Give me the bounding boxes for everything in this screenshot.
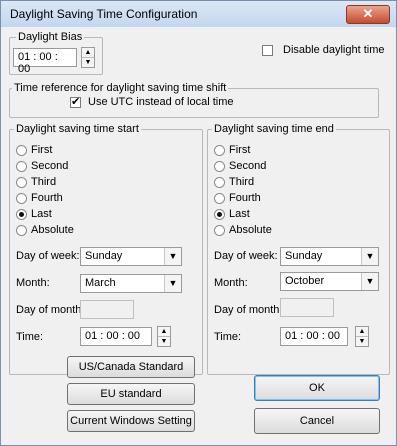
spin-down-icon[interactable]: ▼: [356, 337, 368, 346]
start-month-label: Month:: [16, 277, 50, 289]
use-utc-label: Use UTC instead of local time: [88, 96, 234, 108]
chevron-down-icon[interactable]: ▼: [164, 248, 181, 265]
spin-down-icon[interactable]: ▼: [158, 337, 170, 346]
start-option-last: Last: [31, 208, 52, 220]
chevron-down-icon[interactable]: ▼: [361, 273, 378, 290]
start-radio-first[interactable]: [16, 145, 27, 156]
start-radio-fourth[interactable]: [16, 193, 27, 204]
spin-up-icon[interactable]: ▲: [356, 327, 368, 337]
end-option-second: Second: [229, 160, 267, 172]
end-option-last: Last: [229, 208, 250, 220]
start-option-third: Third: [31, 176, 57, 188]
start-month-select[interactable]: March ▼: [80, 274, 182, 293]
dst-start-group: Daylight saving time start First Second …: [9, 123, 203, 375]
start-month-value: March: [85, 277, 116, 289]
end-day-of-month-label: Day of month:: [214, 304, 283, 316]
end-day-of-week-value: Sunday: [285, 250, 323, 262]
daylight-bias-field[interactable]: 01 : 00 : 00: [13, 48, 77, 75]
end-radio-second[interactable]: [214, 161, 225, 172]
start-day-of-month-label: Day of month:: [16, 304, 85, 316]
start-radio-absolute[interactable]: [16, 225, 27, 236]
end-time-spinner[interactable]: ▲ ▼: [355, 326, 369, 347]
us-canada-standard-button[interactable]: US/Canada Standard: [67, 356, 195, 378]
close-button[interactable]: ✕: [346, 5, 390, 24]
start-option-second: Second: [31, 160, 69, 172]
end-time-label: Time:: [214, 331, 242, 343]
ok-button[interactable]: OK: [254, 375, 380, 401]
end-option-fourth: Fourth: [229, 192, 261, 204]
start-option-first: First: [31, 144, 53, 156]
chevron-down-icon[interactable]: ▼: [164, 275, 181, 292]
start-day-of-week-value: Sunday: [85, 250, 123, 262]
start-option-fourth: Fourth: [31, 192, 63, 204]
start-radio-third[interactable]: [16, 177, 27, 188]
dst-end-group: Daylight saving time end First Second Th…: [207, 123, 390, 375]
end-time-field[interactable]: 01 : 00 : 00: [280, 327, 348, 346]
start-day-of-month-field[interactable]: [80, 300, 134, 319]
cancel-button[interactable]: Cancel: [254, 408, 380, 434]
disable-daylight-label: Disable daylight time: [283, 44, 385, 56]
daylight-bias-label: Daylight Bias: [16, 31, 85, 43]
start-day-of-week-label: Day of week:: [16, 250, 80, 262]
end-option-absolute: Absolute: [229, 224, 272, 236]
start-time-field[interactable]: 01 : 00 : 00: [80, 327, 152, 346]
end-month-label: Month:: [214, 277, 248, 289]
start-radio-last[interactable]: [16, 209, 27, 220]
disable-daylight-checkbox[interactable]: [262, 45, 273, 56]
end-radio-fourth[interactable]: [214, 193, 225, 204]
eu-standard-button[interactable]: EU standard: [67, 383, 195, 405]
start-time-spinner[interactable]: ▲ ▼: [157, 326, 171, 347]
end-option-third: Third: [229, 176, 255, 188]
end-day-of-month-field[interactable]: [280, 298, 334, 317]
current-windows-setting-button[interactable]: Current Windows Setting: [67, 410, 195, 432]
use-utc-checkbox[interactable]: [70, 95, 81, 108]
title-bar[interactable]: Daylight Saving Time Configuration ✕: [1, 1, 396, 27]
end-radio-first[interactable]: [214, 145, 225, 156]
dst-start-label: Daylight saving time start: [14, 123, 141, 135]
end-radio-absolute[interactable]: [214, 225, 225, 236]
spin-down-icon[interactable]: ▼: [82, 58, 94, 67]
end-radio-last[interactable]: [214, 209, 225, 220]
chevron-down-icon[interactable]: ▼: [361, 248, 378, 265]
dst-end-label: Daylight saving time end: [212, 123, 336, 135]
start-radio-second[interactable]: [16, 161, 27, 172]
daylight-bias-group: Daylight Bias 01 : 00 : 00 ▲ ▼: [9, 31, 103, 75]
end-option-first: First: [229, 144, 251, 156]
end-day-of-week-select[interactable]: Sunday ▼: [280, 247, 379, 266]
start-option-absolute: Absolute: [31, 224, 74, 236]
time-reference-group: Time reference for daylight saving time …: [9, 82, 379, 118]
end-day-of-week-label: Day of week:: [214, 250, 278, 262]
end-month-value: October: [285, 275, 325, 287]
spin-up-icon[interactable]: ▲: [82, 48, 94, 58]
close-icon: ✕: [362, 6, 374, 21]
end-radio-third[interactable]: [214, 177, 225, 188]
dialog-window: Daylight Saving Time Configuration ✕ Day…: [0, 0, 397, 446]
daylight-bias-spinner[interactable]: ▲ ▼: [81, 47, 95, 68]
dialog-client: Daylight Bias 01 : 00 : 00 ▲ ▼ Disable d…: [9, 31, 390, 437]
start-time-label: Time:: [16, 331, 44, 343]
time-reference-label: Time reference for daylight saving time …: [12, 82, 229, 94]
start-day-of-week-select[interactable]: Sunday ▼: [80, 247, 182, 266]
window-title: Daylight Saving Time Configuration: [10, 7, 198, 21]
spin-up-icon[interactable]: ▲: [158, 327, 170, 337]
end-month-select[interactable]: October ▼: [280, 272, 379, 291]
